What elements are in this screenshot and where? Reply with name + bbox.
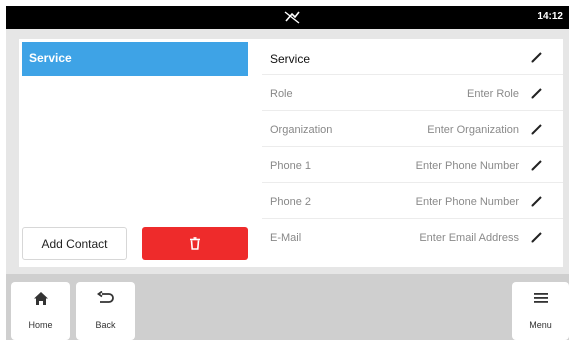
detail-row-service[interactable]: Service (262, 39, 563, 75)
back-label: Back (95, 320, 116, 330)
detail-row-email[interactable]: E-Mail Enter Email Address (262, 219, 563, 255)
detail-row-phone-2[interactable]: Phone 2 Enter Phone Number (262, 183, 563, 219)
detail-value-role: Enter Role (467, 88, 519, 100)
detail-label-phone-2: Phone 2 (270, 196, 311, 208)
muted-signal-icon (284, 11, 300, 24)
pencil-icon[interactable] (530, 51, 543, 64)
hamburger-menu-icon (533, 293, 548, 303)
detail-row-organization[interactable]: Organization Enter Organization (262, 111, 563, 147)
main-content: Service Add Contact Service Role Enter R… (6, 29, 569, 274)
home-label: Home (28, 320, 53, 330)
detail-row-phone-1[interactable]: Phone 1 Enter Phone Number (262, 147, 563, 183)
pencil-icon[interactable] (530, 87, 543, 100)
home-button[interactable]: Home (11, 282, 70, 340)
detail-label-email: E-Mail (270, 232, 302, 244)
delete-contact-button[interactable] (142, 227, 248, 260)
pencil-icon[interactable] (530, 159, 543, 172)
detail-value-phone-1: Enter Phone Number (415, 160, 519, 172)
trash-icon (190, 237, 200, 250)
detail-label-role: Role (270, 88, 293, 100)
detail-value-email: Enter Email Address (419, 232, 519, 244)
status-bar: 14:12 (6, 6, 569, 29)
contact-list-item-service[interactable]: Service (22, 42, 248, 76)
home-icon (33, 292, 48, 305)
add-contact-button[interactable]: Add Contact (22, 227, 127, 260)
menu-label: Menu (529, 320, 552, 330)
contacts-list-panel: Service Add Contact (19, 39, 262, 267)
bottom-nav-bar: Home Back Menu (6, 274, 569, 340)
detail-label-organization: Organization (270, 124, 333, 136)
menu-button[interactable]: Menu (512, 282, 569, 340)
status-time: 14:12 (537, 11, 563, 22)
contact-detail-panel: Service Role Enter Role Organization Ent… (262, 39, 563, 267)
detail-value-phone-2: Enter Phone Number (415, 196, 519, 208)
detail-value-organization: Enter Organization (427, 124, 519, 136)
back-arrow-icon (96, 291, 114, 303)
pencil-icon[interactable] (530, 231, 543, 244)
pencil-icon[interactable] (530, 123, 543, 136)
pencil-icon[interactable] (530, 195, 543, 208)
back-button[interactable]: Back (76, 282, 135, 340)
detail-label-phone-1: Phone 1 (270, 160, 311, 172)
detail-label-service: Service (270, 52, 311, 66)
detail-row-role[interactable]: Role Enter Role (262, 75, 563, 111)
